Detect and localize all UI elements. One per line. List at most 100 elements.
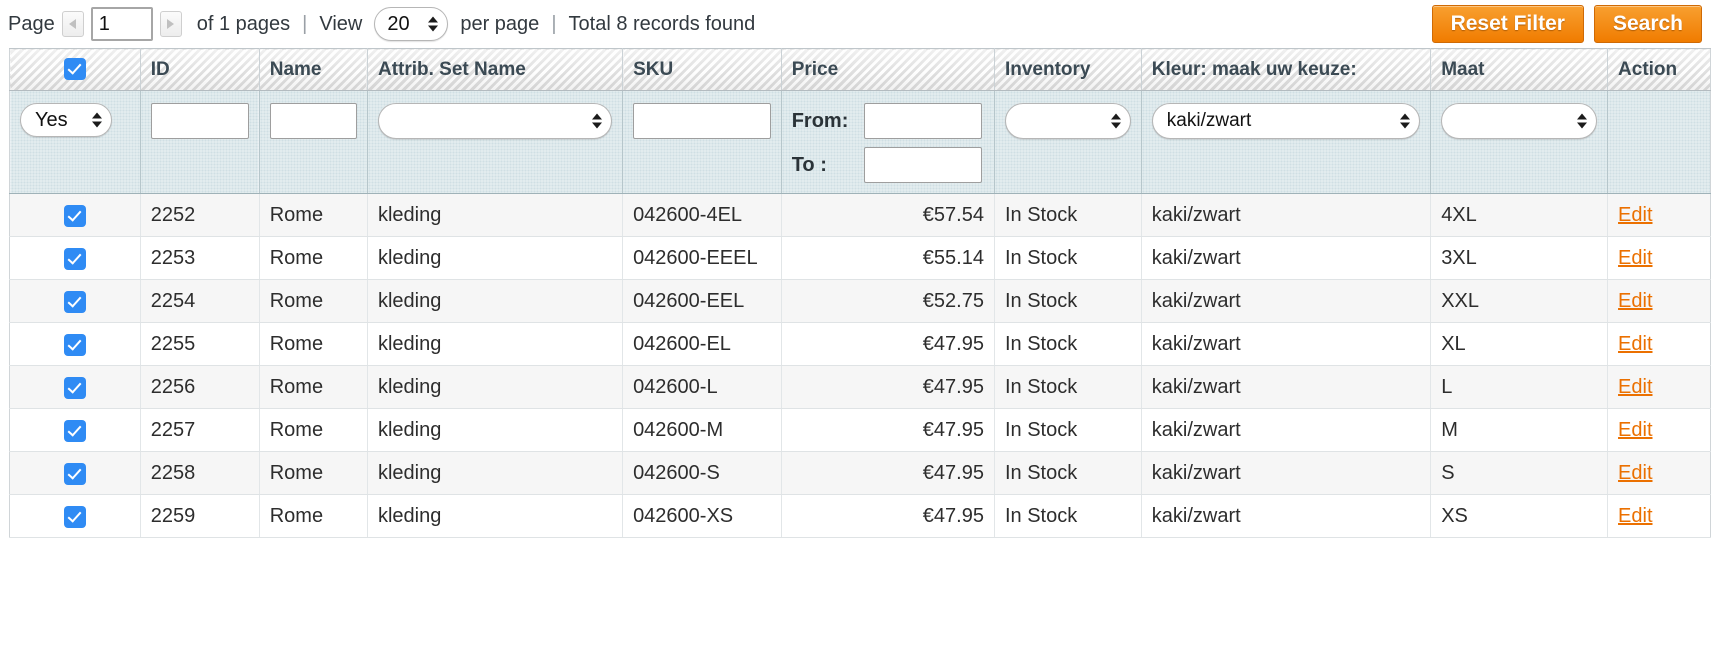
checkbox-checked-icon[interactable] [63,58,86,81]
table-row[interactable]: 2254 Rome kleding 042600-EEL €52.75 In Stock k… [9,279,1711,323]
edit-link[interactable]: Edit [1618,333,1652,355]
toolbar-button-group: Reset Filter Search [1431,5,1702,43]
cell-name: Rome [259,236,368,280]
next-page-button[interactable] [159,11,182,37]
per-page-select[interactable]: 20 [374,7,449,41]
cell-inventory: In Stock [994,494,1142,538]
edit-link[interactable]: Edit [1618,290,1652,312]
row-select-cell[interactable] [9,365,141,409]
row-select-cell[interactable] [9,408,141,452]
table-row[interactable]: 2256 Rome kleding 042600-L €47.95 In Stock kak… [9,365,1711,409]
column-header-action: Action [1607,48,1711,91]
table-row[interactable]: 2257 Rome kleding 042600-M €47.95 In Stock kak… [9,408,1711,452]
cell-inventory: In Stock [994,408,1142,452]
table-row[interactable]: 2252 Rome kleding 042600-4EL €57.54 In Stock k… [9,193,1711,237]
filter-input-price-to[interactable] [863,147,982,183]
row-select-cell[interactable] [9,193,141,237]
checkbox-checked-icon[interactable] [63,419,86,442]
cell-price: €47.95 [781,451,995,495]
column-header-id[interactable]: ID [140,48,260,91]
row-select-cell[interactable] [9,279,141,323]
column-header-attribset[interactable]: Attrib. Set Name [367,48,624,91]
column-header-price[interactable]: Price [781,48,995,91]
row-select-cell[interactable] [9,494,141,538]
edit-link[interactable]: Edit [1618,505,1652,527]
checkbox-checked-icon[interactable] [63,290,86,313]
cell-maat: 4XL [1430,193,1609,237]
filter-select-attribset[interactable] [377,103,613,139]
row-select-cell[interactable] [9,322,141,366]
cell-sku: 042600-M [622,408,782,452]
filter-select-kleur[interactable]: kaki/zwart [1151,103,1421,139]
checkbox-checked-icon[interactable] [63,462,86,485]
filter-input-price-from[interactable] [863,103,982,139]
filter-select-checked[interactable]: Yes [20,103,112,137]
cell-action: Edit [1607,236,1711,280]
chevron-updown-icon [1400,113,1411,129]
filter-cell-name [259,90,368,194]
pager-separator-1: | [302,12,308,35]
checkbox-checked-icon[interactable] [63,204,86,227]
table-row[interactable]: 2258 Rome kleding 042600-S €47.95 In Stock kak… [9,451,1711,495]
checkbox-checked-icon[interactable] [63,247,86,270]
cell-sku: 042600-4EL [622,193,782,237]
cell-sku: 042600-EEEL [622,236,782,280]
row-select-cell[interactable] [9,451,141,495]
cell-name: Rome [259,451,368,495]
reset-filter-button[interactable]: Reset Filter [1431,5,1584,43]
cell-kleur: kaki/zwart [1141,193,1432,237]
view-label: View [319,12,363,35]
table-row[interactable]: 2255 Rome kleding 042600-EL €47.95 In Stock ka… [9,322,1711,366]
cell-sku: 042600-XS [622,494,782,538]
edit-link[interactable]: Edit [1618,204,1652,226]
filter-cell-id [140,90,260,194]
column-header-select-all[interactable] [9,48,141,91]
filter-input-sku[interactable] [633,103,771,139]
cell-kleur: kaki/zwart [1141,365,1432,409]
per-page-select-value: 20 [387,12,410,35]
cell-price: €47.95 [781,408,995,452]
cell-sku: 042600-EL [622,322,782,366]
cell-action: Edit [1607,365,1711,409]
filter-select-kleur-value: kaki/zwart [1166,110,1252,131]
checkbox-checked-icon[interactable] [63,333,86,356]
page-number-input[interactable] [90,7,153,41]
cell-maat: XS [1430,494,1609,538]
cell-attribset: kleding [367,408,624,452]
column-header-name[interactable]: Name [259,48,368,91]
filter-cell-attribset [367,90,624,194]
products-grid: ID Name Attrib. Set Name SKU Price Inven… [9,48,1711,538]
table-row[interactable]: 2259 Rome kleding 042600-XS €47.95 In Stock ka… [9,494,1711,538]
column-header-maat[interactable]: Maat [1430,48,1609,91]
filter-select-inventory[interactable] [1004,103,1131,139]
column-header-inventory[interactable]: Inventory [994,48,1142,91]
of-pages-label: of 1 pages [196,12,291,35]
cell-attribset: kleding [367,193,624,237]
cell-action: Edit [1607,279,1711,323]
checkbox-checked-icon[interactable] [63,376,86,399]
checkbox-checked-icon[interactable] [63,505,86,528]
column-header-kleur[interactable]: Kleur: maak uw keuze: [1141,48,1432,91]
edit-link[interactable]: Edit [1618,247,1652,269]
previous-page-button[interactable] [61,11,84,37]
edit-link[interactable]: Edit [1618,376,1652,398]
filter-input-name[interactable] [269,103,357,139]
filter-select-maat[interactable] [1441,103,1598,139]
cell-action: Edit [1607,193,1711,237]
cell-maat: M [1430,408,1609,452]
filter-input-id[interactable] [150,103,249,139]
cell-kleur: kaki/zwart [1141,322,1432,366]
table-row[interactable]: 2253 Rome kleding 042600-EEEL €55.14 In Stock… [9,236,1711,280]
cell-id: 2259 [140,494,260,538]
cell-kleur: kaki/zwart [1141,451,1432,495]
cell-action: Edit [1607,408,1711,452]
cell-id: 2255 [140,322,260,366]
cell-inventory: In Stock [994,451,1142,495]
edit-link[interactable]: Edit [1618,462,1652,484]
cell-inventory: In Stock [994,365,1142,409]
search-button[interactable]: Search [1593,5,1702,43]
column-header-sku[interactable]: SKU [622,48,782,91]
row-select-cell[interactable] [9,236,141,280]
triangle-right-icon [167,19,175,29]
edit-link[interactable]: Edit [1618,419,1652,441]
